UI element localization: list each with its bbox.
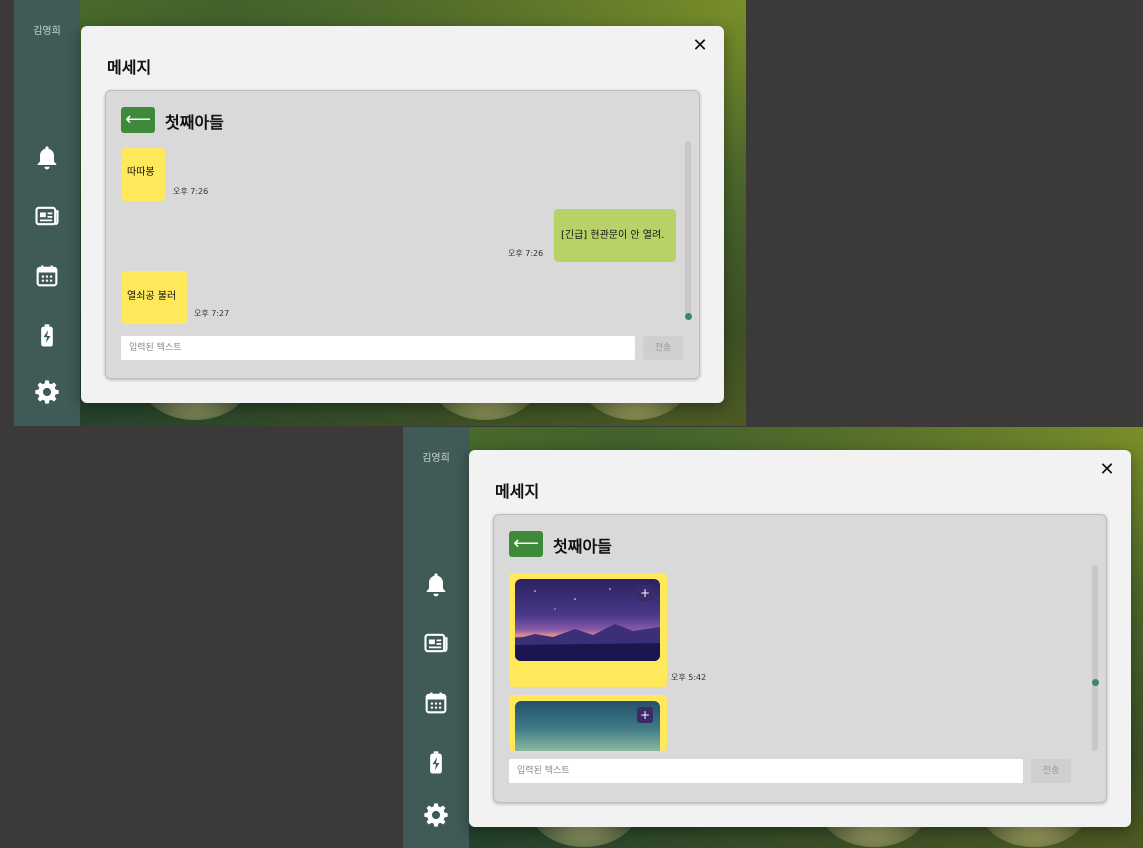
scroll-thumb[interactable]	[684, 313, 692, 320]
image-expand-button[interactable]: +	[637, 585, 653, 601]
message-bubble-received: 열쇠공 불러	[121, 271, 187, 324]
message-time: 오후 5:42	[671, 673, 707, 682]
modal-title: 메세지	[107, 58, 152, 77]
message-modal: 메세지 ✕ ⟵ 첫째아들 + 오후 5:42 + 입력된 텍스트 전송	[469, 450, 1131, 827]
sidebar: 김영희	[403, 427, 469, 848]
chat-contact-name: 첫째아들	[553, 537, 612, 556]
battery-icon[interactable]	[422, 749, 450, 777]
close-button[interactable]: ✕	[690, 36, 710, 56]
send-button[interactable]: 전송	[643, 336, 683, 360]
message-input[interactable]: 입력된 텍스트	[509, 759, 1023, 783]
message-modal: 메세지 ✕ ⟵ 첫째아들 따따봉 오후 7:26 [긴급] 현관문이 안 열려.…	[81, 26, 724, 403]
night-sky-mountain-photo[interactable]: +	[515, 579, 660, 661]
message-time: 오후 7:26	[173, 187, 209, 196]
message-bubble-sent: [긴급] 현관문이 안 열려.	[554, 209, 676, 262]
teal-sky-photo[interactable]: +	[515, 701, 660, 751]
sidebar: 김영희	[14, 0, 80, 426]
chat-contact-name: 첫째아들	[165, 113, 224, 132]
message-time: 오후 7:26	[508, 249, 544, 258]
send-button[interactable]: 전송	[1031, 759, 1071, 783]
user-name[interactable]: 김영희	[403, 449, 469, 464]
chat-panel: ⟵ 첫째아들 + 오후 5:42 + 입력된 텍스트 전송	[493, 514, 1107, 803]
message-time: 오후 7:27	[194, 309, 230, 318]
screen-text-chat: 김영희 메세지 ✕ ⟵ 첫째아들 따따봉 오후 7:26 [긴급] 현관문이 안…	[14, 0, 746, 426]
screen-image-chat: 김영희 메세지 ✕ ⟵ 첫째아들 + 오후 5:42 + 입력된 텍스트 전송	[403, 427, 1143, 848]
image-message-bubble: +	[509, 573, 667, 687]
chat-panel: ⟵ 첫째아들 따따봉 오후 7:26 [긴급] 현관문이 안 열려. 오후 7:…	[105, 90, 700, 379]
modal-title: 메세지	[495, 482, 540, 501]
back-button[interactable]: ⟵	[509, 531, 543, 557]
back-button[interactable]: ⟵	[121, 107, 155, 133]
message-text: 따따봉	[127, 167, 155, 178]
battery-icon[interactable]	[33, 322, 61, 350]
news-icon[interactable]	[422, 629, 450, 657]
image-message-bubble: +	[509, 695, 667, 751]
user-name[interactable]: 김영희	[14, 22, 80, 37]
message-text: 열쇠공 불러	[127, 291, 177, 302]
scroll-thumb[interactable]	[1091, 679, 1099, 686]
close-button[interactable]: ✕	[1097, 460, 1117, 480]
chat-scrollbar[interactable]	[684, 141, 692, 320]
calendar-icon[interactable]	[33, 262, 61, 290]
image-expand-button[interactable]: +	[637, 707, 653, 723]
gear-icon[interactable]	[33, 378, 61, 406]
message-text: [긴급] 현관문이 안 열려.	[561, 230, 665, 241]
message-bubble-received: 따따봉	[121, 148, 165, 201]
calendar-icon[interactable]	[422, 689, 450, 717]
gear-icon[interactable]	[422, 801, 450, 829]
bell-icon[interactable]	[422, 571, 450, 599]
bell-icon[interactable]	[33, 144, 61, 172]
message-input[interactable]: 입력된 텍스트	[121, 336, 635, 360]
chat-scrollbar[interactable]	[1091, 565, 1099, 751]
news-icon[interactable]	[33, 202, 61, 230]
